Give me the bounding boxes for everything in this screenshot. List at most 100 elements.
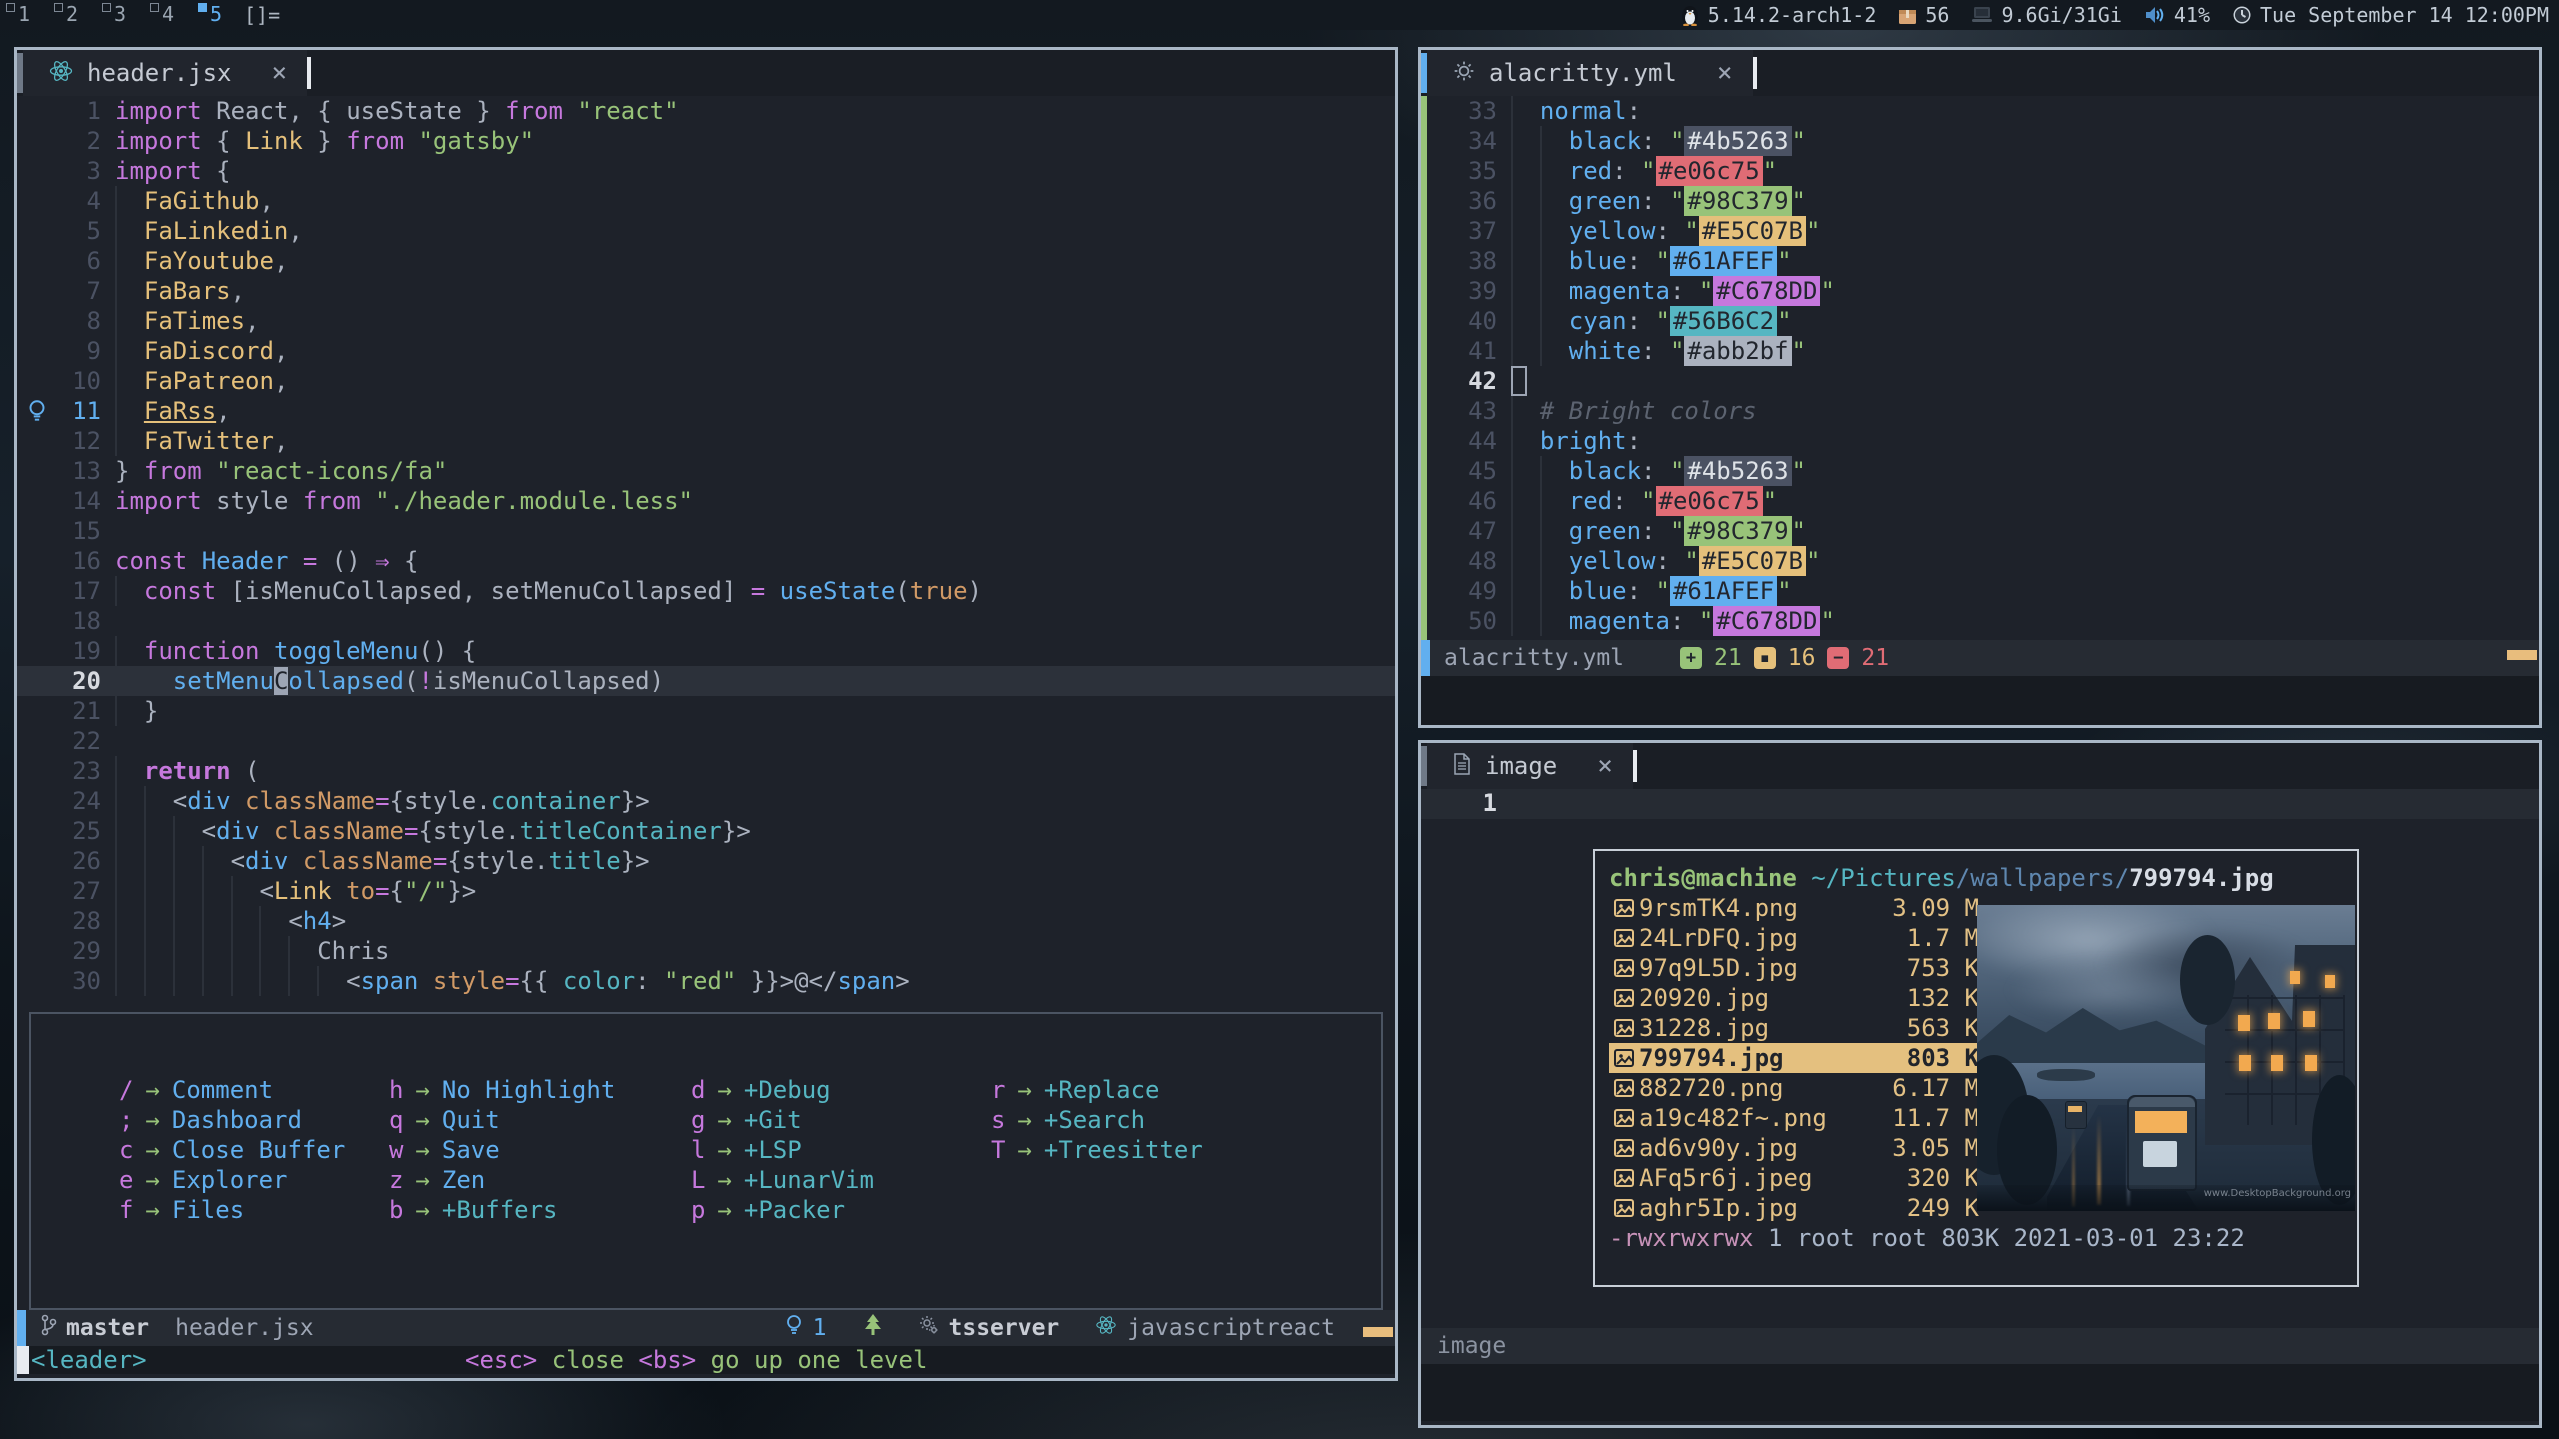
file-row[interactable]: 24LrDFQ.jpg1.7 M: [1609, 923, 1987, 953]
code-line[interactable]: 4FaGithub,: [17, 186, 1395, 216]
statusline-filename: alacritty.yml: [1444, 645, 1624, 671]
code-line[interactable]: 29Chris: [17, 936, 1395, 966]
code-line[interactable]: 13} from "react-icons/fa": [17, 456, 1395, 486]
code-line[interactable]: 1import React, { useState } from "react": [17, 96, 1395, 126]
code-line[interactable]: 16const Header = () ⇒ {: [17, 546, 1395, 576]
file-row[interactable]: 20920.jpg132 K: [1609, 983, 1987, 1013]
line-number: 44: [1437, 426, 1511, 456]
tab-close-icon[interactable]: ×: [272, 58, 288, 88]
code-line[interactable]: 9FaDiscord,: [17, 336, 1395, 366]
code-line[interactable]: 49blue: "#61AFEF": [1421, 576, 2539, 606]
file-row[interactable]: 882720.png6.17 M: [1609, 1073, 1987, 1103]
file-row[interactable]: ad6v90y.jpg3.05 M: [1609, 1133, 1987, 1163]
whichkey-binding-s[interactable]: s→+Search: [991, 1106, 1381, 1136]
lsp-gear-icon: [919, 1315, 939, 1341]
cmdline-alacritty: [1421, 676, 2539, 725]
code-line[interactable]: 40cyan: "#56B6C2": [1421, 306, 2539, 336]
code-line[interactable]: 28<h4>: [17, 906, 1395, 936]
tab-close-icon[interactable]: ×: [1717, 58, 1733, 88]
tab-alacritty-yml[interactable]: alacritty.yml ×: [1427, 50, 1753, 96]
whichkey-binding-w[interactable]: w→Save: [389, 1136, 691, 1166]
code-line[interactable]: 48yellow: "#E5C07B": [1421, 546, 2539, 576]
git-branch[interactable]: master: [40, 1314, 149, 1342]
code-line[interactable]: 45black: "#4b5263": [1421, 456, 2539, 486]
code-line[interactable]: 43# Bright colors: [1421, 396, 2539, 426]
tab-close-icon[interactable]: ×: [1597, 751, 1613, 781]
code-line[interactable]: 39magenta: "#C678DD": [1421, 276, 2539, 306]
code-line[interactable]: 1: [1421, 789, 2539, 819]
react-icon: [49, 59, 73, 87]
code-line[interactable]: 22: [17, 726, 1395, 756]
code-line[interactable]: 6FaYoutube,: [17, 246, 1395, 276]
code-line[interactable]: 2import { Link } from "gatsby": [17, 126, 1395, 156]
code-line[interactable]: 8FaTimes,: [17, 306, 1395, 336]
file-row[interactable]: aghr5Ip.jpg249 K: [1609, 1193, 1987, 1223]
whichkey-binding-e[interactable]: e→Explorer: [119, 1166, 389, 1196]
code-line[interactable]: 20setMenuCollapsed(!isMenuCollapsed): [17, 666, 1395, 696]
tab-header-jsx[interactable]: header.jsx ×: [23, 50, 307, 96]
tab-image[interactable]: image ×: [1427, 743, 1633, 789]
code-line[interactable]: 23return (: [17, 756, 1395, 786]
whichkey-binding-z[interactable]: z→Zen: [389, 1166, 691, 1196]
workspace-tag-2[interactable]: 2: [48, 0, 96, 30]
memory-usage: 9.6Gi/31Gi: [2001, 3, 2121, 27]
whichkey-binding-T[interactable]: T→+Treesitter: [991, 1136, 1381, 1166]
code-line[interactable]: 34black: "#4b5263": [1421, 126, 2539, 156]
code-line[interactable]: 38blue: "#61AFEF": [1421, 246, 2539, 276]
workspace-tag-3[interactable]: 3: [96, 0, 144, 30]
code-line[interactable]: 47green: "#98C379": [1421, 516, 2539, 546]
code-line[interactable]: 37yellow: "#E5C07B": [1421, 216, 2539, 246]
code-line[interactable]: 44bright:: [1421, 426, 2539, 456]
workspace-tag-5[interactable]: 5: [192, 0, 240, 30]
whichkey-binding-/[interactable]: /→Comment: [119, 1076, 389, 1106]
code-line[interactable]: 10FaPatreon,: [17, 366, 1395, 396]
whichkey-binding-L[interactable]: L→+LunarVim: [691, 1166, 991, 1196]
whichkey-binding-p[interactable]: p→+Packer: [691, 1196, 991, 1226]
whichkey-binding-f[interactable]: f→Files: [119, 1196, 389, 1226]
whichkey-binding-h[interactable]: h→No Highlight: [389, 1076, 691, 1106]
code-line[interactable]: 24<div className={style.container}>: [17, 786, 1395, 816]
whichkey-binding-;[interactable]: ;→Dashboard: [119, 1106, 389, 1136]
code-line[interactable]: 21}: [17, 696, 1395, 726]
code-line[interactable]: 15: [17, 516, 1395, 546]
file-row[interactable]: 31228.jpg563 K: [1609, 1013, 1987, 1043]
code-line[interactable]: 5FaLinkedin,: [17, 216, 1395, 246]
workspace-tag-1[interactable]: 1: [0, 0, 48, 30]
code-line[interactable]: 19function toggleMenu() {: [17, 636, 1395, 666]
cmdline-left[interactable]: <leader> <esc> close <bs> go up one leve…: [17, 1346, 1395, 1374]
code-line[interactable]: 14import style from "./header.module.les…: [17, 486, 1395, 516]
code-line[interactable]: 18: [17, 606, 1395, 636]
file-row[interactable]: 799794.jpg803 K: [1609, 1043, 1987, 1073]
code-line[interactable]: 12FaTwitter,: [17, 426, 1395, 456]
file-row[interactable]: AFq5r6j.jpeg320 K: [1609, 1163, 1987, 1193]
whichkey-binding-b[interactable]: b→+Buffers: [389, 1196, 691, 1226]
whichkey-binding-d[interactable]: d→+Debug: [691, 1076, 991, 1106]
layout-indicator[interactable]: []=: [244, 3, 280, 27]
code-line[interactable]: 27<Link to={"/"}>: [17, 876, 1395, 906]
code-line[interactable]: 25<div className={style.titleContainer}>: [17, 816, 1395, 846]
file-row[interactable]: a19c482f~.png11.7 M: [1609, 1103, 1987, 1133]
whichkey-binding-l[interactable]: l→+LSP: [691, 1136, 991, 1166]
code-line[interactable]: 36green: "#98C379": [1421, 186, 2539, 216]
workspace-tag-4[interactable]: 4: [144, 0, 192, 30]
code-line[interactable]: 7FaBars,: [17, 276, 1395, 306]
whichkey-binding-q[interactable]: q→Quit: [389, 1106, 691, 1136]
code-line[interactable]: 42: [1421, 366, 2539, 396]
code-line[interactable]: 11FaRss,: [17, 396, 1395, 426]
code-line[interactable]: 33normal:: [1421, 96, 2539, 126]
code-line[interactable]: 26<div className={style.title}>: [17, 846, 1395, 876]
whichkey-binding-c[interactable]: c→Close Buffer: [119, 1136, 389, 1166]
gear-icon: [1453, 60, 1475, 86]
bufferline-alacritty: alacritty.yml ×: [1421, 50, 2539, 96]
file-row[interactable]: 9rsmTK4.png3.09 M: [1609, 893, 1987, 923]
code-line[interactable]: 30<span style={{ color: "red" }}>@</span…: [17, 966, 1395, 996]
whichkey-binding-r[interactable]: r→+Replace: [991, 1076, 1381, 1106]
code-line[interactable]: 46red: "#e06c75": [1421, 486, 2539, 516]
code-line[interactable]: 50magenta: "#C678DD": [1421, 606, 2539, 636]
file-row[interactable]: 97q9L5D.jpg753 K: [1609, 953, 1987, 983]
code-line[interactable]: 17const [isMenuCollapsed, setMenuCollaps…: [17, 576, 1395, 606]
code-line[interactable]: 3import {: [17, 156, 1395, 186]
whichkey-binding-g[interactable]: g→+Git: [691, 1106, 991, 1136]
code-line[interactable]: 41white: "#abb2bf": [1421, 336, 2539, 366]
code-line[interactable]: 35red: "#e06c75": [1421, 156, 2539, 186]
